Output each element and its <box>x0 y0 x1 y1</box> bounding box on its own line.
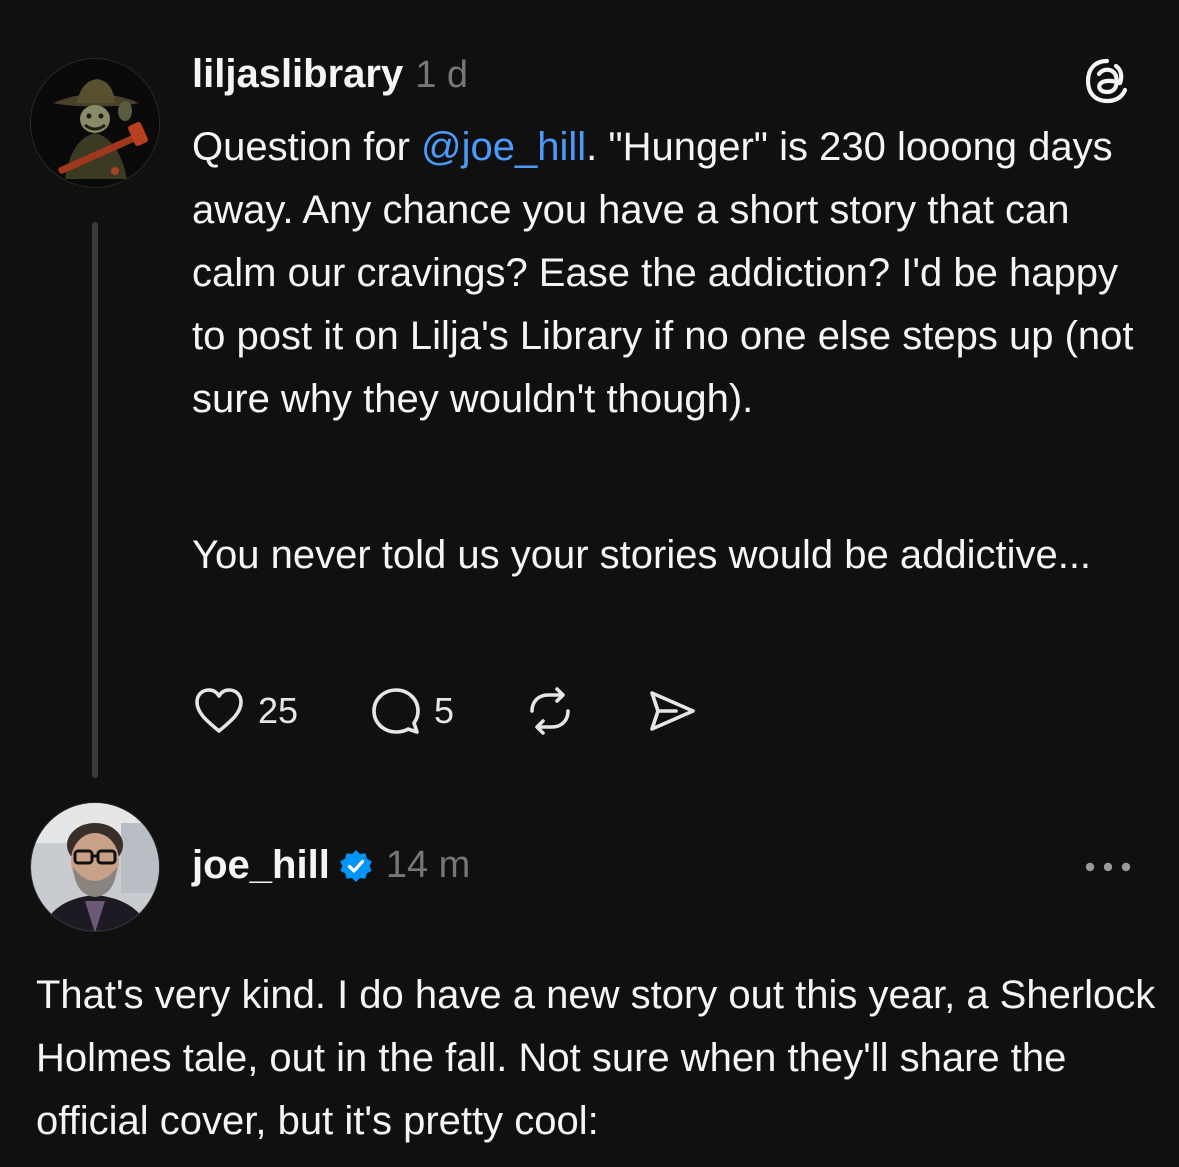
thread-line <box>92 222 98 778</box>
more-options-icon[interactable] <box>1082 852 1134 882</box>
reply-button[interactable]: 5 <box>370 685 454 737</box>
heart-icon <box>192 686 246 736</box>
username[interactable]: joe_hill <box>192 843 330 888</box>
post-text-start: Question for <box>192 125 422 169</box>
repost-icon <box>524 685 576 737</box>
post-text-rest: . "Hunger" is 230 looong days away. Any … <box>192 125 1134 421</box>
send-icon <box>646 685 698 737</box>
post-time[interactable]: 14 m <box>386 844 470 887</box>
post-actions: 25 5 <box>192 683 698 739</box>
like-count: 25 <box>258 690 299 731</box>
avatar-liljaslibrary[interactable] <box>30 58 160 188</box>
post-header: liljaslibrary 1 d <box>192 52 468 97</box>
post-header: joe_hill 14 m <box>192 843 470 888</box>
share-button[interactable] <box>646 685 698 737</box>
avatar-joe-hill[interactable] <box>30 802 160 932</box>
post-text: That's very kind. I do have a new story … <box>36 973 1156 1143</box>
post-time[interactable]: 1 d <box>415 54 468 97</box>
verified-badge-icon <box>338 848 374 884</box>
mention-link[interactable]: @joe_hill <box>421 125 586 169</box>
post-text: Question for @joe_hill. "Hunger" is 230 … <box>192 116 1152 431</box>
like-button[interactable]: 25 <box>192 686 298 736</box>
post-text-paragraph-2: You never told us your stories would be … <box>192 533 1092 577</box>
threads-logo-icon[interactable] <box>1082 56 1132 106</box>
comment-icon <box>370 685 422 737</box>
reply-count: 5 <box>434 690 455 731</box>
repost-button[interactable] <box>524 685 576 737</box>
username[interactable]: liljaslibrary <box>192 52 403 97</box>
